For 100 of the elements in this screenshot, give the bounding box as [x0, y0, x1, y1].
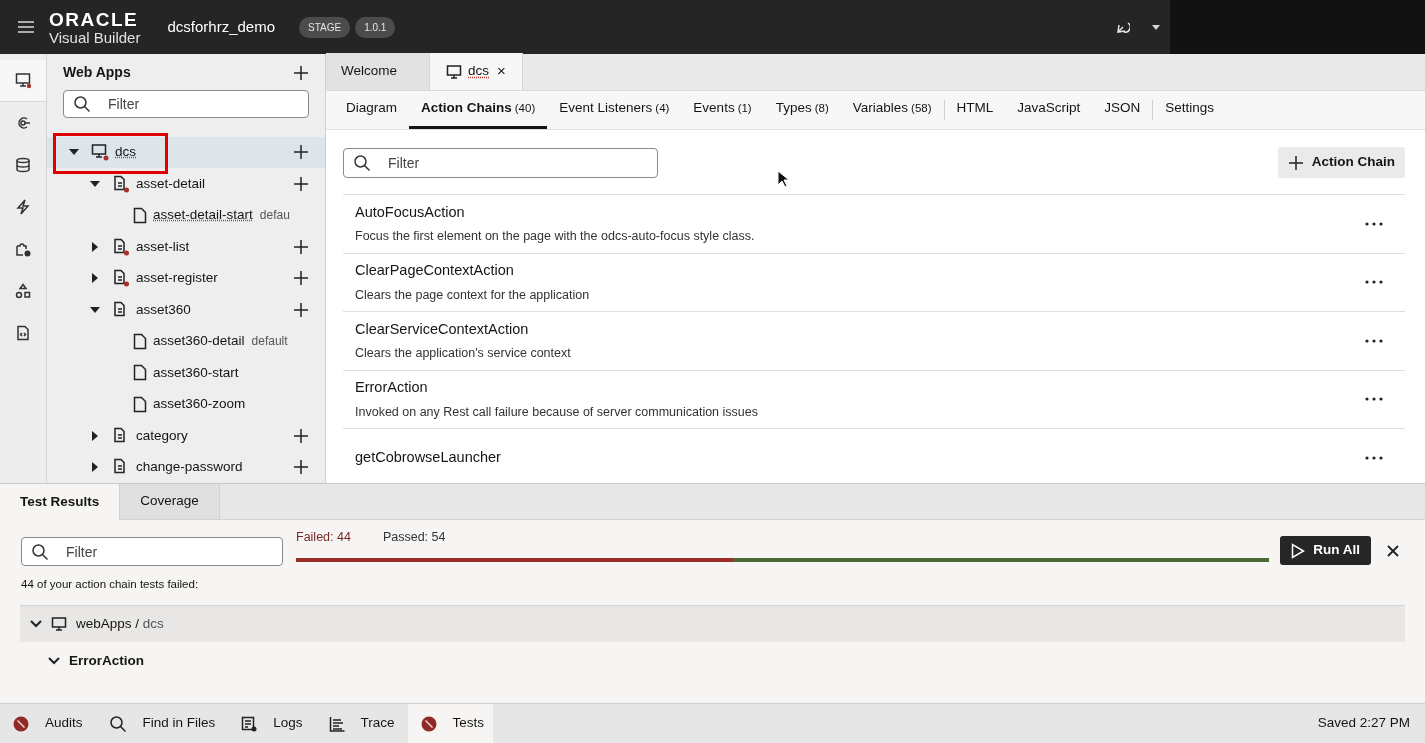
panel-tab[interactable]: Coverage [120, 484, 220, 519]
tree-item[interactable]: asset360-zoom [47, 388, 325, 420]
caret-right-icon[interactable] [92, 430, 98, 441]
plus-icon[interactable] [293, 175, 309, 192]
test-group-row[interactable]: webApps / dcs [20, 605, 1405, 643]
sub-tab[interactable]: Types (8) [763, 91, 841, 129]
tree-item[interactable]: asset-detail [47, 168, 325, 200]
tree-item[interactable]: asset-detail-start defau [47, 199, 325, 231]
run-all-button[interactable]: Run All [1280, 536, 1371, 565]
panel-tab[interactable]: Test Results [0, 484, 121, 520]
action-chain-row[interactable]: ErrorAction Invoked on any Rest call failure because of server communication issues [343, 370, 1405, 429]
plus-icon[interactable] [293, 427, 309, 444]
caret-down-icon[interactable] [1152, 24, 1160, 30]
search-icon [73, 94, 91, 113]
caret-down-icon[interactable] [90, 180, 100, 187]
editor-tab[interactable]: dcs × [430, 53, 523, 90]
caret-right-icon[interactable] [92, 273, 98, 284]
action-chain-row[interactable]: ClearPageContextAction Clears the page context for the application [343, 253, 1405, 312]
rail-tab[interactable] [0, 60, 46, 102]
sub-tab[interactable]: JavaScript [1005, 91, 1093, 129]
result-message: 44 of your action chain tests failed: [20, 577, 200, 592]
caret-right-icon[interactable] [92, 462, 98, 473]
test-chain-row[interactable]: ErrorAction [48, 651, 1425, 672]
chevron-down-icon[interactable] [30, 620, 42, 629]
undo-icon[interactable] [1116, 21, 1130, 33]
more-icon[interactable] [1365, 221, 1383, 226]
page-icon [133, 395, 147, 413]
caret-down-icon[interactable] [90, 306, 100, 313]
action-chain-row[interactable]: ClearServiceContextAction Clears the application's service context [343, 312, 1405, 371]
search-icon [353, 153, 371, 172]
caret-down-icon[interactable] [69, 149, 79, 156]
plus-icon[interactable] [293, 459, 309, 476]
sub-tab[interactable]: Variables (58) [840, 91, 944, 129]
sub-tab[interactable]: Events (1) [681, 91, 764, 129]
sub-tab[interactable]: HTML [944, 91, 1006, 129]
chevron-down-icon[interactable] [48, 657, 60, 666]
sub-tab[interactable]: JSON [1092, 91, 1153, 129]
status-tab[interactable]: Audits [0, 704, 96, 743]
action-chain-name: AutoFocusAction [355, 202, 466, 222]
action-chain-row[interactable]: AutoFocusAction Focus the first element on the page with the odcs-auto-focus style class. [343, 195, 1405, 254]
more-icon[interactable] [1365, 338, 1383, 343]
database-icon [14, 156, 32, 174]
failed-count: Failed: 44 [296, 529, 351, 546]
page-icon [133, 332, 147, 350]
editor-tab[interactable]: Welcome [326, 53, 430, 90]
action-chain-name: ClearPageContextAction [355, 261, 515, 280]
tree-item[interactable]: asset-register [47, 262, 325, 294]
tree-item[interactable]: asset-list [47, 231, 325, 263]
filter-field[interactable]: Filter [343, 147, 658, 178]
badge: 1.0.1 [355, 16, 396, 38]
more-icon[interactable] [1365, 397, 1383, 402]
add-action-chain-button[interactable]: Action Chain [1277, 147, 1405, 178]
action-chain-description: Invoked on any Rest call failure because of server communication issues [355, 403, 759, 421]
action-chain-name: ErrorAction [355, 378, 429, 397]
action-chain-description: Clears the page context for the application [355, 286, 591, 304]
action-chain-name: getCobrowseLauncher [355, 447, 502, 467]
status-tab[interactable]: Tests [407, 704, 493, 743]
more-icon[interactable] [1365, 455, 1383, 460]
plus-icon [1287, 154, 1304, 171]
tree-item[interactable]: dcs [47, 136, 325, 168]
passed-count: Passed: 54 [382, 529, 446, 546]
puzzle-icon [14, 240, 32, 258]
trace-icon [328, 715, 345, 732]
tree-item[interactable]: asset360-detail default [47, 325, 325, 357]
mouse-pointer-icon [777, 170, 789, 188]
status-tab[interactable]: Logs [228, 704, 316, 743]
shapes-icon [14, 282, 32, 300]
status-tab[interactable]: Trace [315, 704, 408, 743]
sub-tab[interactable]: Event Listeners (4) [547, 91, 682, 129]
close-icon[interactable] [1387, 545, 1399, 557]
caret-right-icon[interactable] [92, 241, 98, 252]
plus-icon[interactable] [293, 270, 309, 287]
menu-icon[interactable] [18, 20, 34, 34]
blocked-icon [13, 715, 29, 732]
play-icon [1291, 542, 1306, 559]
logo-text: ORACLE [49, 9, 140, 29]
tree-item[interactable]: asset360-start [47, 357, 325, 389]
close-tab-icon[interactable]: × [497, 60, 506, 83]
log-icon [241, 715, 258, 732]
app-name: dcsforhrz_demo [167, 16, 275, 37]
sub-tab[interactable]: Action Chains (40) [409, 91, 548, 129]
filter-field[interactable]: Filter [63, 89, 309, 118]
status-tab[interactable]: Find in Files [95, 704, 229, 743]
sub-tab[interactable]: Diagram [334, 91, 409, 129]
plus-icon[interactable] [293, 64, 309, 81]
action-chain-description: Focus the first element on the page with the odcs-auto-focus style class. [355, 228, 756, 246]
plus-icon[interactable] [293, 144, 309, 161]
panel-title: Web Apps [63, 63, 131, 83]
more-icon[interactable] [1365, 280, 1383, 285]
sub-tab[interactable]: Settings [1153, 91, 1227, 129]
monitor-icon [446, 63, 462, 80]
save-status: Saved 2:27 PM [1317, 714, 1410, 733]
search-icon [108, 714, 127, 733]
tree-item[interactable]: asset360 [47, 294, 325, 326]
plus-icon[interactable] [293, 301, 309, 318]
plus-icon[interactable] [293, 238, 309, 255]
filter-field[interactable]: Filter [21, 537, 283, 566]
tree-item[interactable]: category [47, 420, 325, 452]
tree-item[interactable]: change-password [47, 451, 325, 483]
tree-note: default [251, 333, 288, 351]
